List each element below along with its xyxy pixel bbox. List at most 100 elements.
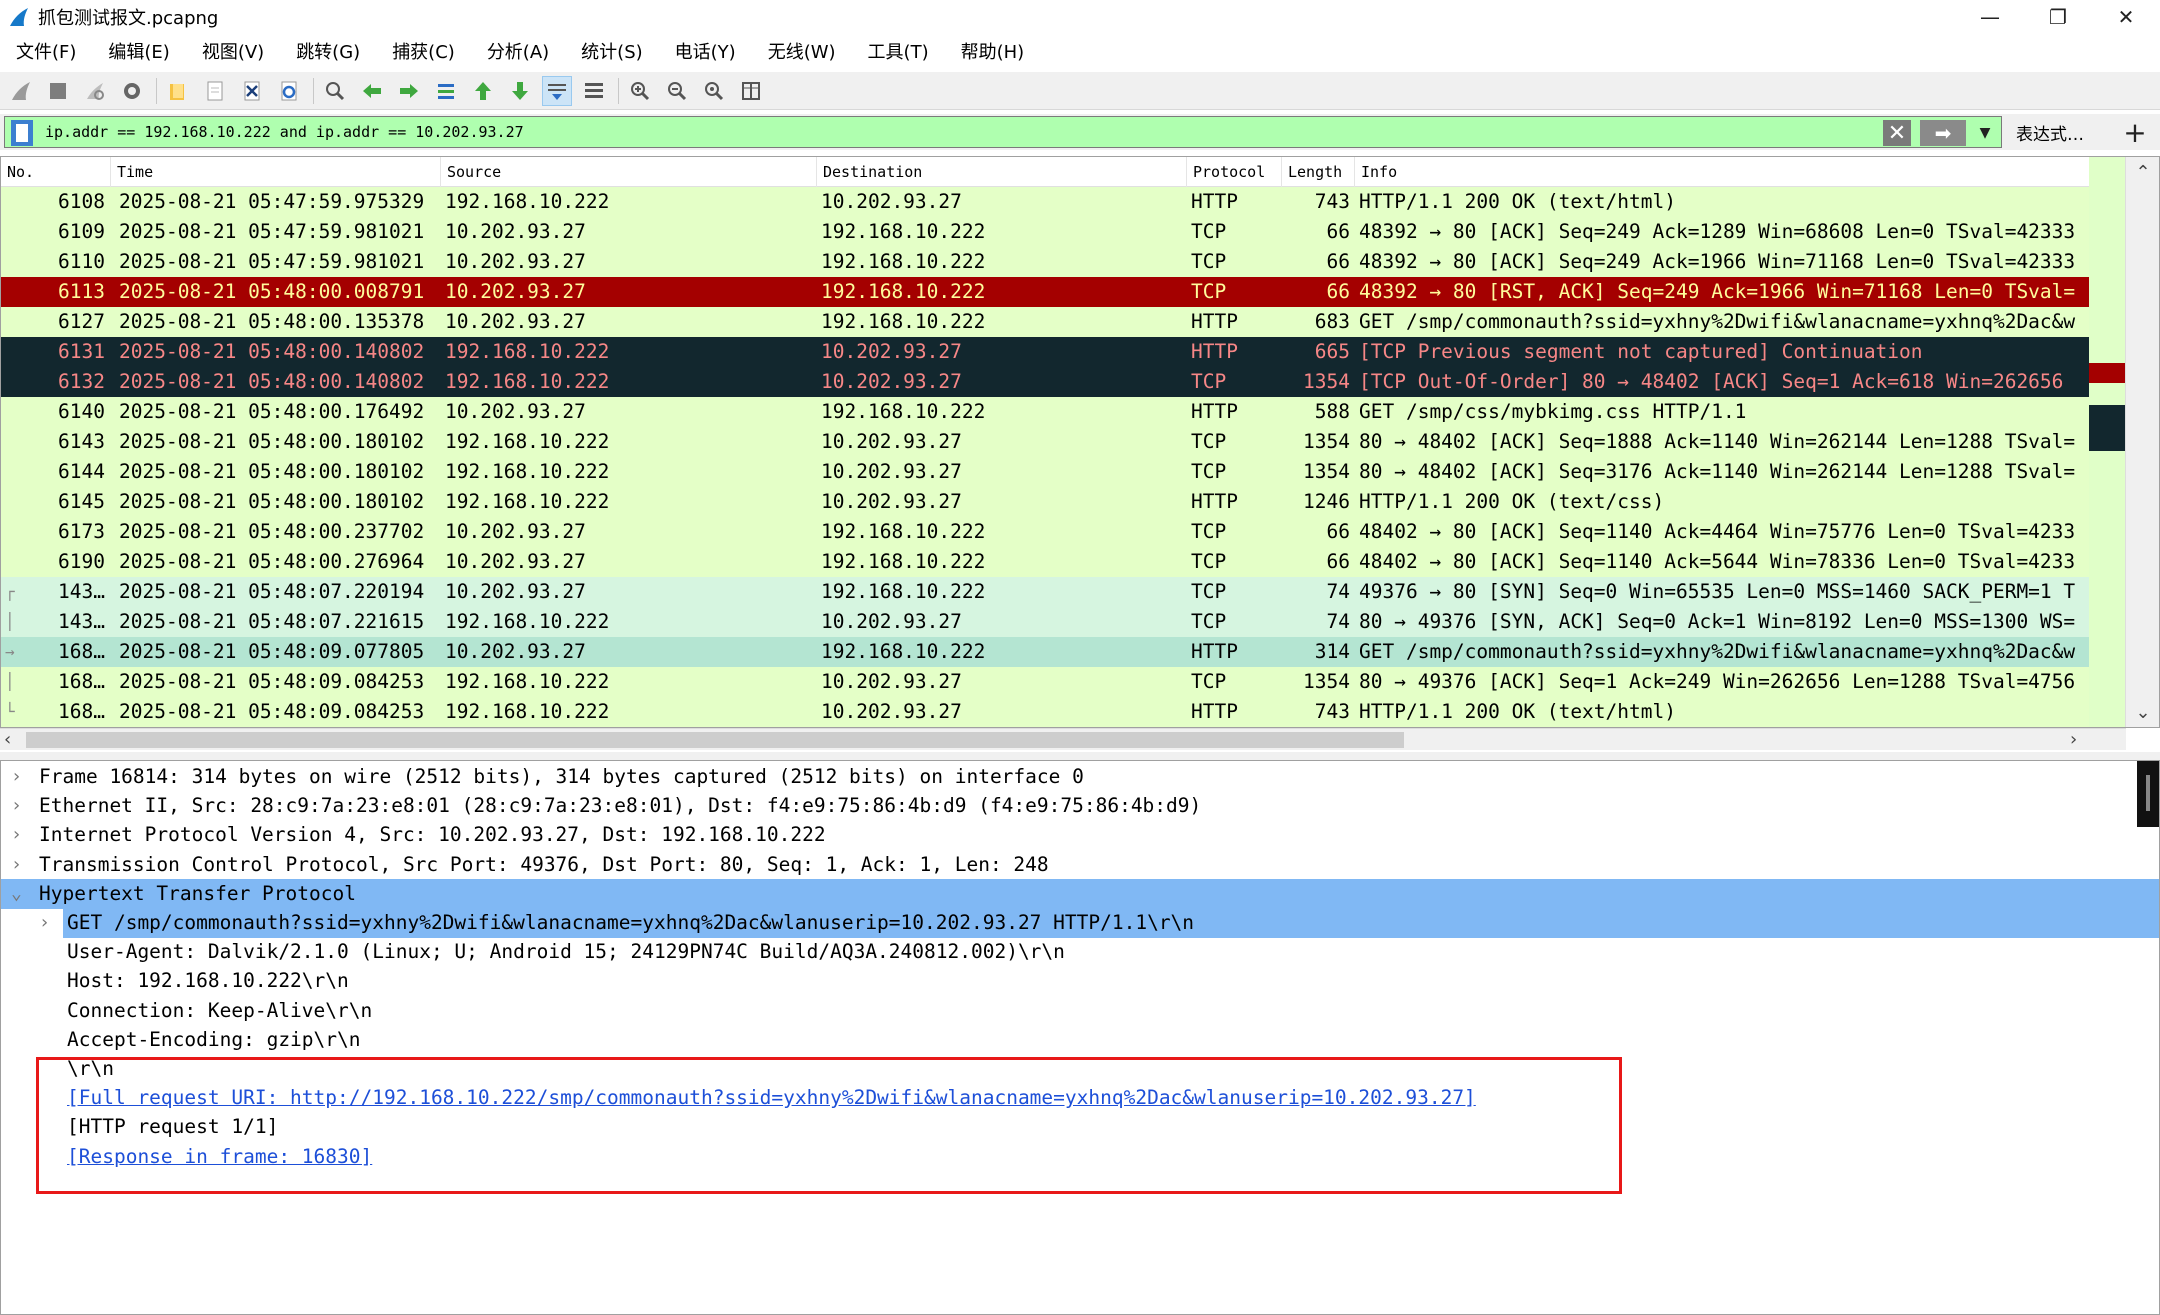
expand-arrow-icon[interactable]: › <box>11 762 31 792</box>
column-protocol[interactable]: Protocol <box>1187 157 1282 187</box>
packet-row[interactable]: 6113 2025-08-21 05:48:00.008791 10.202.93.… <box>1 277 2096 307</box>
detail-row[interactable]: › Frame 16814: 314 bytes on wire (2512 bi… <box>1 762 2159 792</box>
details-scroll-handle[interactable] <box>2137 761 2159 827</box>
stop-icon[interactable] <box>43 76 73 106</box>
detail-text: Frame 16814: 314 bytes on wire (2512 bit… <box>39 765 1084 788</box>
menu-telephony[interactable]: 电话(Y) <box>659 38 752 64</box>
options-gear-icon[interactable] <box>117 76 147 106</box>
pane-splitter[interactable] <box>0 752 2160 760</box>
apply-filter-button[interactable]: ➡ <box>1920 120 1966 146</box>
expand-arrow-icon[interactable]: › <box>11 820 31 850</box>
clear-filter-button[interactable]: ✕ <box>1883 120 1911 146</box>
restore-button[interactable]: ❐ <box>2024 0 2092 34</box>
detail-row[interactable]: › Transmission Control Protocol, Src Port… <box>1 850 2159 880</box>
first-packet-icon[interactable] <box>468 76 498 106</box>
autoscroll-icon[interactable] <box>542 75 572 106</box>
column-length[interactable]: Length <box>1282 157 1355 187</box>
packet-row[interactable]: 6144 2025-08-21 05:48:00.180102 192.168.10… <box>1 457 2096 487</box>
packet-row[interactable]: 6145 2025-08-21 05:48:00.180102 192.168.10… <box>1 487 2096 517</box>
colorize-icon[interactable] <box>579 76 609 106</box>
expand-arrow-icon[interactable]: › <box>11 850 31 880</box>
detail-row[interactable]: Accept-Encoding: gzip\r\n <box>1 1025 2159 1055</box>
detail-row[interactable]: › GET /smp/commonauth?ssid=yxhny%2Dwifi&w… <box>1 908 2159 938</box>
file-icon[interactable] <box>200 76 230 106</box>
expression-button[interactable]: 表达式… <box>2016 120 2084 145</box>
packet-row[interactable]: └ 168… 2025-08-21 05:48:09.084253 192.168.1… <box>1 697 2096 727</box>
detail-row[interactable]: Host: 192.168.10.222\r\n <box>1 966 2159 996</box>
shark-fin-start-icon[interactable] <box>6 76 36 106</box>
expand-arrow-icon[interactable]: › <box>39 908 59 938</box>
filter-bookmark-icon[interactable] <box>11 120 33 146</box>
packet-row[interactable]: → 168… 2025-08-21 05:48:09.077805 10.202.93… <box>1 637 2096 667</box>
packet-row[interactable]: 6143 2025-08-21 05:48:00.180102 192.168.10… <box>1 427 2096 457</box>
packet-row[interactable]: 6132 2025-08-21 05:48:00.140802 192.168.10… <box>1 367 2096 397</box>
normal-size-icon[interactable] <box>699 76 729 106</box>
column-destination[interactable]: Destination <box>817 157 1187 187</box>
zoom-out-icon[interactable] <box>662 76 692 106</box>
scroll-down-icon[interactable]: ⌄ <box>2126 697 2159 727</box>
packet-row[interactable]: 6109 2025-08-21 05:47:59.981021 10.202.93.… <box>1 217 2096 247</box>
detail-row[interactable]: User-Agent: Dalvik/2.1.0 (Linux; U; Andr… <box>1 937 2159 967</box>
packet-row[interactable]: │ 168… 2025-08-21 05:48:09.084253 192.168.1… <box>1 667 2096 697</box>
scroll-up-icon[interactable]: ⌃ <box>2126 157 2159 187</box>
menu-go[interactable]: 跳转(G) <box>280 38 376 64</box>
minimize-button[interactable]: — <box>1956 0 2024 34</box>
last-packet-icon[interactable] <box>505 76 535 106</box>
packet-row[interactable]: 6190 2025-08-21 05:48:00.276964 10.202.93.… <box>1 547 2096 577</box>
column-no[interactable]: No. <box>1 157 111 187</box>
packet-row[interactable]: 6140 2025-08-21 05:48:00.176492 10.202.93.… <box>1 397 2096 427</box>
find-icon[interactable] <box>320 76 350 106</box>
detail-row[interactable]: › Internet Protocol Version 4, Src: 10.20… <box>1 820 2159 850</box>
packet-list-hscroll[interactable]: ‹ › <box>0 728 2126 750</box>
packet-row[interactable]: ┌ 143… 2025-08-21 05:48:07.220194 10.202.93… <box>1 577 2096 607</box>
expand-arrow-icon[interactable]: › <box>11 791 31 821</box>
menu-capture[interactable]: 捕获(C) <box>376 38 471 64</box>
back-arrow-icon[interactable] <box>357 76 387 106</box>
filter-text[interactable]: ip.addr == 192.168.10.222 and ip.addr ==… <box>45 123 524 141</box>
reload-icon[interactable] <box>274 76 304 106</box>
cell-proto: TCP <box>1191 610 1227 633</box>
packet-row[interactable]: │ 143… 2025-08-21 05:48:07.221615 192.168.1… <box>1 607 2096 637</box>
cell-proto: TCP <box>1191 280 1227 303</box>
packet-row[interactable]: 6127 2025-08-21 05:48:00.135378 10.202.93.… <box>1 307 2096 337</box>
add-filter-button[interactable]: + <box>2118 116 2152 149</box>
collapse-arrow-icon[interactable]: ⌄ <box>11 879 31 909</box>
menu-file[interactable]: 文件(F) <box>0 38 92 64</box>
restart-icon[interactable] <box>80 76 110 106</box>
menu-view[interactable]: 视图(V) <box>186 38 280 64</box>
column-time[interactable]: Time <box>111 157 441 187</box>
packet-row[interactable]: 6173 2025-08-21 05:48:00.237702 10.202.93.… <box>1 517 2096 547</box>
detail-row[interactable]: › Ethernet II, Src: 28:c9:7a:23:e8:01 (28… <box>1 791 2159 821</box>
menu-edit[interactable]: 编辑(E) <box>92 38 185 64</box>
packet-row[interactable]: 6110 2025-08-21 05:47:59.981021 10.202.93.… <box>1 247 2096 277</box>
menu-help[interactable]: 帮助(H) <box>945 38 1041 64</box>
zoom-in-icon[interactable] <box>625 76 655 106</box>
filter-history-dropdown[interactable]: ▼ <box>1971 120 1999 146</box>
column-info[interactable]: Info <box>1355 157 2096 187</box>
open-folder-icon[interactable] <box>163 76 193 106</box>
toolbar-separator <box>313 77 314 104</box>
display-filter-input[interactable]: ip.addr == 192.168.10.222 and ip.addr ==… <box>4 116 2002 148</box>
menu-statistics[interactable]: 统计(S) <box>565 38 658 64</box>
detail-row[interactable]: Connection: Keep-Alive\r\n <box>1 996 2159 1026</box>
packet-minimap[interactable] <box>2089 157 2125 727</box>
detail-row[interactable]: ⌄ Hypertext Transfer Protocol <box>1 878 2159 909</box>
cell-src: 192.168.10.222 <box>445 700 610 723</box>
resize-columns-icon[interactable] <box>736 76 766 106</box>
close-window-button[interactable]: ✕ <box>2092 0 2160 34</box>
packet-row[interactable]: 6108 2025-08-21 05:47:59.975329 192.168.10… <box>1 187 2096 217</box>
forward-arrow-icon[interactable] <box>394 76 424 106</box>
goto-packet-icon[interactable] <box>431 76 461 106</box>
scroll-right-icon[interactable]: › <box>2070 729 2077 751</box>
close-file-icon[interactable] <box>237 76 267 106</box>
menu-analyze[interactable]: 分析(A) <box>471 38 565 64</box>
packet-list-vscroll[interactable]: ⌃ ⌄ <box>2125 157 2159 727</box>
menu-tools[interactable]: 工具(T) <box>852 38 945 64</box>
cell-no: 143… <box>58 610 105 633</box>
menu-wireless[interactable]: 无线(W) <box>752 38 852 64</box>
hscroll-thumb[interactable] <box>26 732 1404 748</box>
scroll-left-icon[interactable]: ‹ <box>4 729 11 751</box>
column-source[interactable]: Source <box>441 157 817 187</box>
cell-time: 2025-08-21 05:47:59.981021 <box>119 250 425 273</box>
packet-row[interactable]: 6131 2025-08-21 05:48:00.140802 192.168.10… <box>1 337 2096 367</box>
